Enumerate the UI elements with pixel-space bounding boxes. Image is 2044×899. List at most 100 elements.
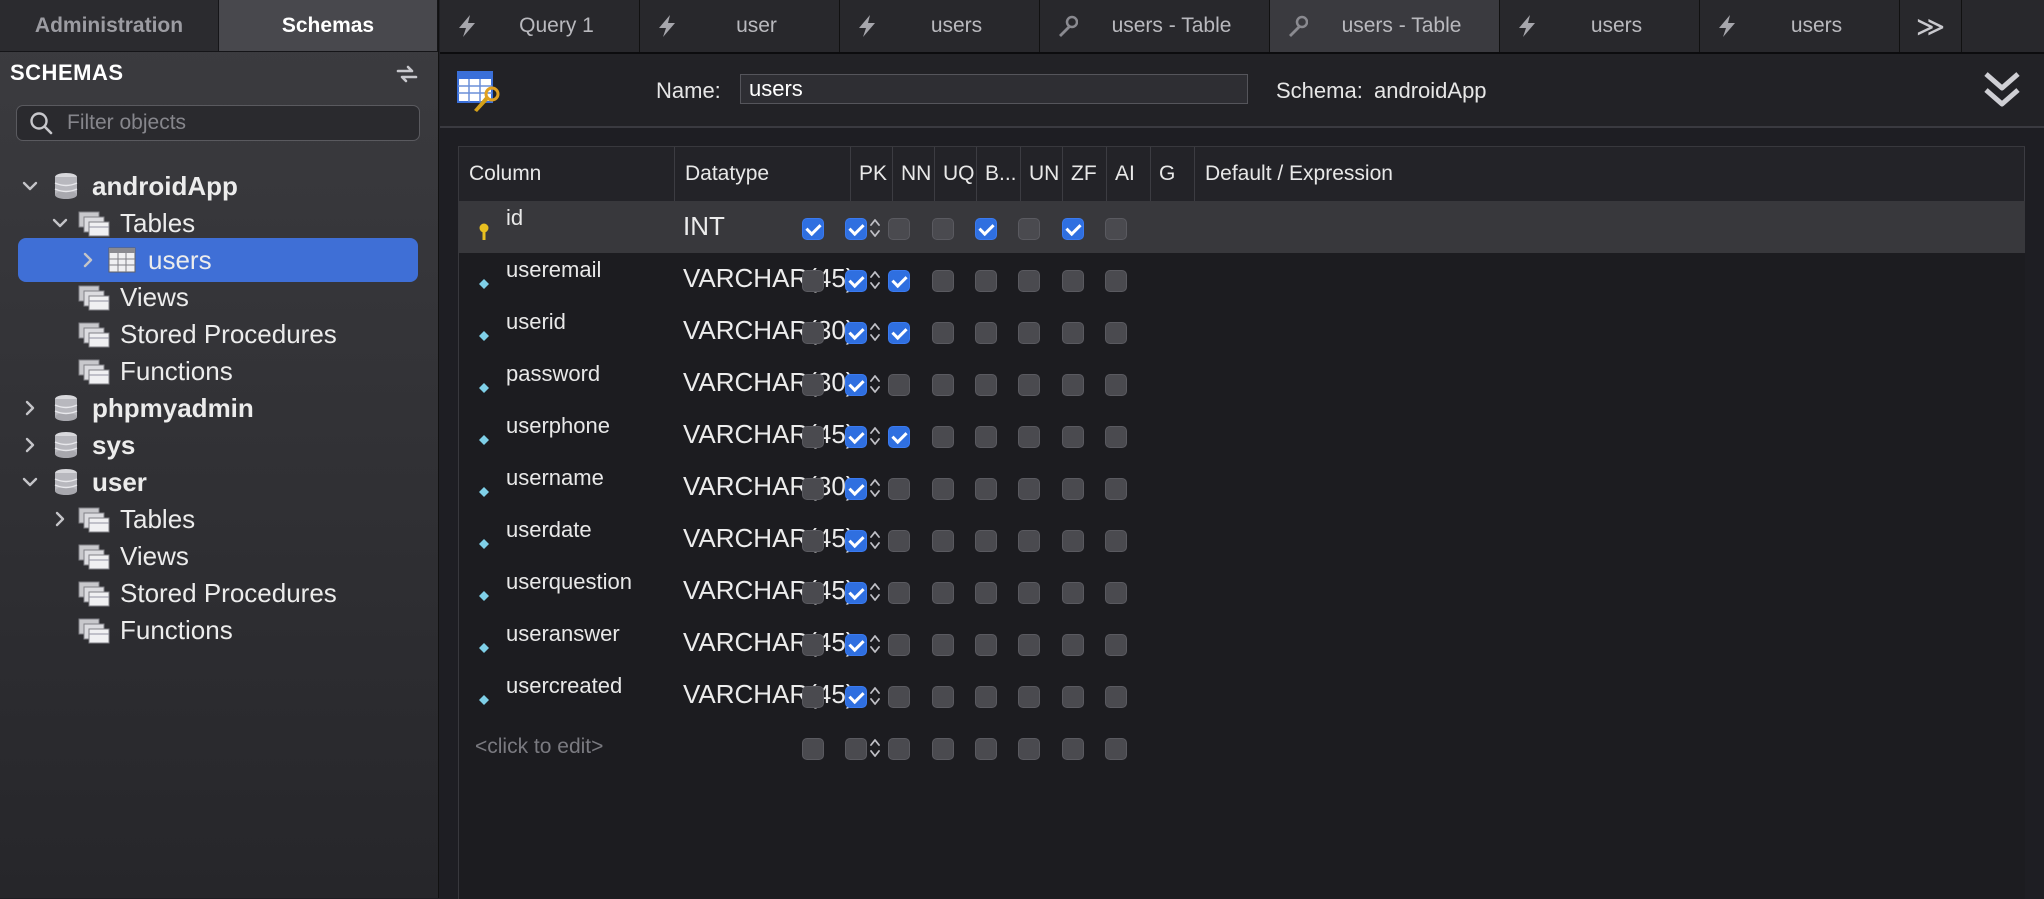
datatype-stepper-icon[interactable]: [869, 321, 881, 343]
flag-checkbox[interactable]: [932, 374, 954, 396]
flag-checkbox[interactable]: [975, 738, 997, 760]
flag-checkbox[interactable]: [1105, 322, 1127, 344]
flag-checkbox[interactable]: [845, 322, 867, 344]
flag-checkbox[interactable]: [932, 218, 954, 240]
new-column-placeholder[interactable]: <click to edit>: [475, 735, 603, 759]
flag-checkbox[interactable]: [1062, 738, 1084, 760]
flag-checkbox[interactable]: [802, 634, 824, 656]
flag-checkbox[interactable]: [888, 270, 910, 292]
header-default-expression[interactable]: Default / Expression: [1195, 147, 2025, 201]
editor-tab[interactable]: users: [1500, 0, 1700, 52]
column-datatype[interactable]: VARCHAR(45): [683, 419, 854, 450]
flag-checkbox[interactable]: [1105, 686, 1127, 708]
table-row[interactable]: useranswer VARCHAR(45): [459, 617, 2025, 669]
flag-checkbox[interactable]: [888, 426, 910, 448]
column-datatype[interactable]: INT: [683, 211, 725, 242]
chevron-down-icon[interactable]: [20, 176, 40, 196]
flag-checkbox[interactable]: [845, 478, 867, 500]
flag-checkbox[interactable]: [802, 686, 824, 708]
flag-checkbox[interactable]: [1062, 582, 1084, 604]
datatype-stepper-icon[interactable]: [869, 477, 881, 499]
column-datatype[interactable]: VARCHAR(45): [683, 575, 854, 606]
flag-checkbox[interactable]: [802, 738, 824, 760]
flag-checkbox[interactable]: [1018, 322, 1040, 344]
flag-checkbox[interactable]: [1018, 738, 1040, 760]
flag-checkbox[interactable]: [845, 582, 867, 604]
flag-checkbox[interactable]: [932, 530, 954, 552]
flag-checkbox[interactable]: [802, 322, 824, 344]
flag-checkbox[interactable]: [1105, 270, 1127, 292]
column-name[interactable]: usercreated: [506, 673, 622, 699]
new-column-row[interactable]: <click to edit>: [459, 721, 2025, 773]
flag-checkbox[interactable]: [888, 582, 910, 604]
flag-checkbox[interactable]: [1062, 634, 1084, 656]
flag-checkbox[interactable]: [975, 530, 997, 552]
header-column[interactable]: Column: [459, 147, 675, 201]
flag-checkbox[interactable]: [845, 374, 867, 396]
tree-item-functions[interactable]: Functions: [0, 608, 438, 652]
collapse-chevron-icon[interactable]: [1982, 68, 2022, 112]
flag-checkbox[interactable]: [1062, 686, 1084, 708]
table-row[interactable]: password VARCHAR(30): [459, 357, 2025, 409]
flag-checkbox[interactable]: [1105, 634, 1127, 656]
datatype-stepper-icon[interactable]: [869, 425, 881, 447]
chevron-down-icon[interactable]: [20, 472, 40, 492]
flag-checkbox[interactable]: [975, 686, 997, 708]
flag-checkbox[interactable]: [932, 582, 954, 604]
column-name[interactable]: useremail: [506, 257, 601, 283]
table-row[interactable]: userquestion VARCHAR(45): [459, 565, 2025, 617]
header-g[interactable]: G: [1151, 147, 1195, 201]
flag-checkbox[interactable]: [932, 634, 954, 656]
flag-checkbox[interactable]: [845, 426, 867, 448]
flag-checkbox[interactable]: [802, 530, 824, 552]
chevron-down-icon[interactable]: [50, 213, 70, 233]
flag-checkbox[interactable]: [845, 530, 867, 552]
editor-tab[interactable]: user: [640, 0, 840, 52]
table-row[interactable]: useremail VARCHAR(45): [459, 253, 2025, 305]
column-datatype[interactable]: VARCHAR(30): [683, 471, 854, 502]
flag-checkbox[interactable]: [845, 634, 867, 656]
header-uq[interactable]: UQ: [935, 147, 977, 201]
flag-checkbox[interactable]: [1018, 686, 1040, 708]
flag-checkbox[interactable]: [1018, 478, 1040, 500]
flag-checkbox[interactable]: [1018, 582, 1040, 604]
flag-checkbox[interactable]: [845, 218, 867, 240]
column-datatype[interactable]: VARCHAR(45): [683, 523, 854, 554]
flag-checkbox[interactable]: [802, 582, 824, 604]
editor-tab[interactable]: users - Table: [1270, 0, 1500, 52]
flag-checkbox[interactable]: [888, 738, 910, 760]
tab-administration[interactable]: Administration: [0, 0, 219, 52]
editor-tab[interactable]: users: [840, 0, 1040, 52]
flag-checkbox[interactable]: [1105, 426, 1127, 448]
flag-checkbox[interactable]: [975, 426, 997, 448]
datatype-stepper-icon[interactable]: [869, 581, 881, 603]
flag-checkbox[interactable]: [888, 322, 910, 344]
table-row[interactable]: userphone VARCHAR(45): [459, 409, 2025, 461]
table-row[interactable]: username VARCHAR(30): [459, 461, 2025, 513]
column-name[interactable]: userphone: [506, 413, 610, 439]
flag-checkbox[interactable]: [1018, 634, 1040, 656]
column-datatype[interactable]: VARCHAR(30): [683, 315, 854, 346]
table-name-field[interactable]: [740, 74, 1248, 104]
flag-checkbox[interactable]: [888, 478, 910, 500]
column-name[interactable]: userdate: [506, 517, 592, 543]
flag-checkbox[interactable]: [932, 270, 954, 292]
column-name[interactable]: userid: [506, 309, 566, 335]
column-datatype[interactable]: VARCHAR(45): [683, 679, 854, 710]
flag-checkbox[interactable]: [802, 270, 824, 292]
flag-checkbox[interactable]: [1062, 530, 1084, 552]
flag-checkbox[interactable]: [888, 686, 910, 708]
filter-input[interactable]: [65, 110, 419, 136]
flag-checkbox[interactable]: [845, 270, 867, 292]
flag-checkbox[interactable]: [932, 738, 954, 760]
flag-checkbox[interactable]: [1018, 530, 1040, 552]
datatype-stepper-icon[interactable]: [869, 217, 881, 239]
flag-checkbox[interactable]: [975, 478, 997, 500]
tab-schemas[interactable]: Schemas: [219, 0, 438, 52]
flag-checkbox[interactable]: [1105, 218, 1127, 240]
header-datatype[interactable]: Datatype: [675, 147, 851, 201]
column-name[interactable]: useranswer: [506, 621, 620, 647]
column-name[interactable]: username: [506, 465, 604, 491]
flag-checkbox[interactable]: [845, 738, 867, 760]
flag-checkbox[interactable]: [1105, 374, 1127, 396]
